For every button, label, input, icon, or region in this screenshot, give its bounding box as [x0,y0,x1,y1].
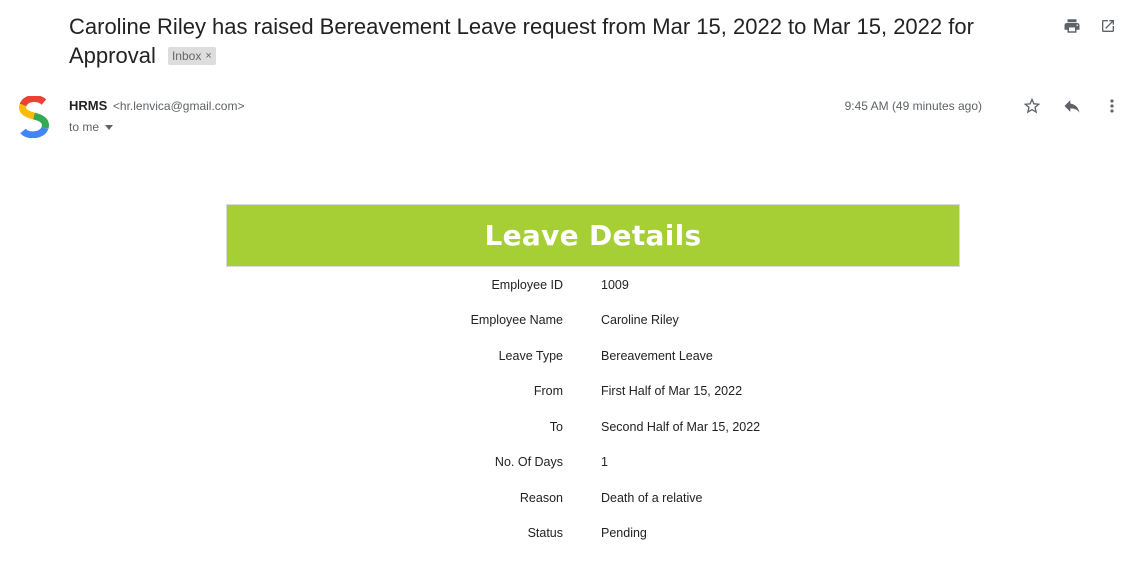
email-subject: Caroline Riley has raised Bereavement Le… [69,12,1029,70]
inbox-label-chip[interactable]: Inbox × [167,47,216,65]
leave-details-table: Employee ID 1009 Employee Name Caroline … [226,267,960,551]
open-in-new-window-icon[interactable] [1098,16,1118,36]
detail-row-status: Status Pending [226,516,960,552]
detail-row-reason: Reason Death of a relative [226,480,960,516]
message-meta: 9:45 AM (49 minutes ago) [845,96,1122,116]
detail-label: Status [527,526,563,541]
detail-row-employee-name: Employee Name Caroline Riley [226,303,960,339]
detail-label: No. Of Days [494,455,563,470]
detail-value: Death of a relative [601,490,703,505]
detail-value: First Half of Mar 15, 2022 [601,384,743,399]
sender-name[interactable]: HRMS [69,98,107,113]
detail-value: 1009 [601,277,629,292]
detail-row-days: No. Of Days 1 [226,445,960,481]
detail-row-employee-id: Employee ID 1009 [226,267,960,303]
recipient-label: to me [69,120,100,134]
detail-label: To [549,419,563,434]
detail-value: Second Half of Mar 15, 2022 [601,419,761,434]
star-icon[interactable] [1022,96,1042,116]
email-view: Caroline Riley has raised Bereavement Le… [0,0,1148,588]
detail-row-from: From First Half of Mar 15, 2022 [226,374,960,410]
sender-avatar [18,95,50,139]
detail-label: Employee Name [470,313,563,328]
detail-row-leave-type: Leave Type Bereavement Leave [226,338,960,374]
detail-value: Caroline Riley [601,313,679,328]
detail-value: Pending [601,526,647,541]
sender-line: HRMS <hr.lenvica@gmail.com> [69,98,244,113]
detail-label: From [533,384,563,399]
detail-row-to: To Second Half of Mar 15, 2022 [226,409,960,445]
print-icon[interactable] [1062,16,1082,36]
detail-value: Bereavement Leave [601,348,713,363]
recipient-details-toggle[interactable]: to me [69,120,114,134]
sender-email: <hr.lenvica@gmail.com> [112,99,245,113]
reply-icon[interactable] [1062,96,1082,116]
subject-actions [1062,16,1118,36]
detail-label: Employee ID [491,277,563,292]
chevron-down-icon [105,124,114,130]
leave-details-title: Leave Details [484,219,702,252]
timestamp: 9:45 AM (49 minutes ago) [844,99,982,113]
detail-value: 1 [601,455,608,470]
chip-label: Inbox [171,49,202,63]
remove-label-button[interactable]: × [205,48,211,64]
leave-details-header: Leave Details [226,204,960,267]
detail-label: Leave Type [498,348,563,363]
more-vert-icon[interactable] [1102,96,1122,116]
detail-label: Reason [519,490,563,505]
